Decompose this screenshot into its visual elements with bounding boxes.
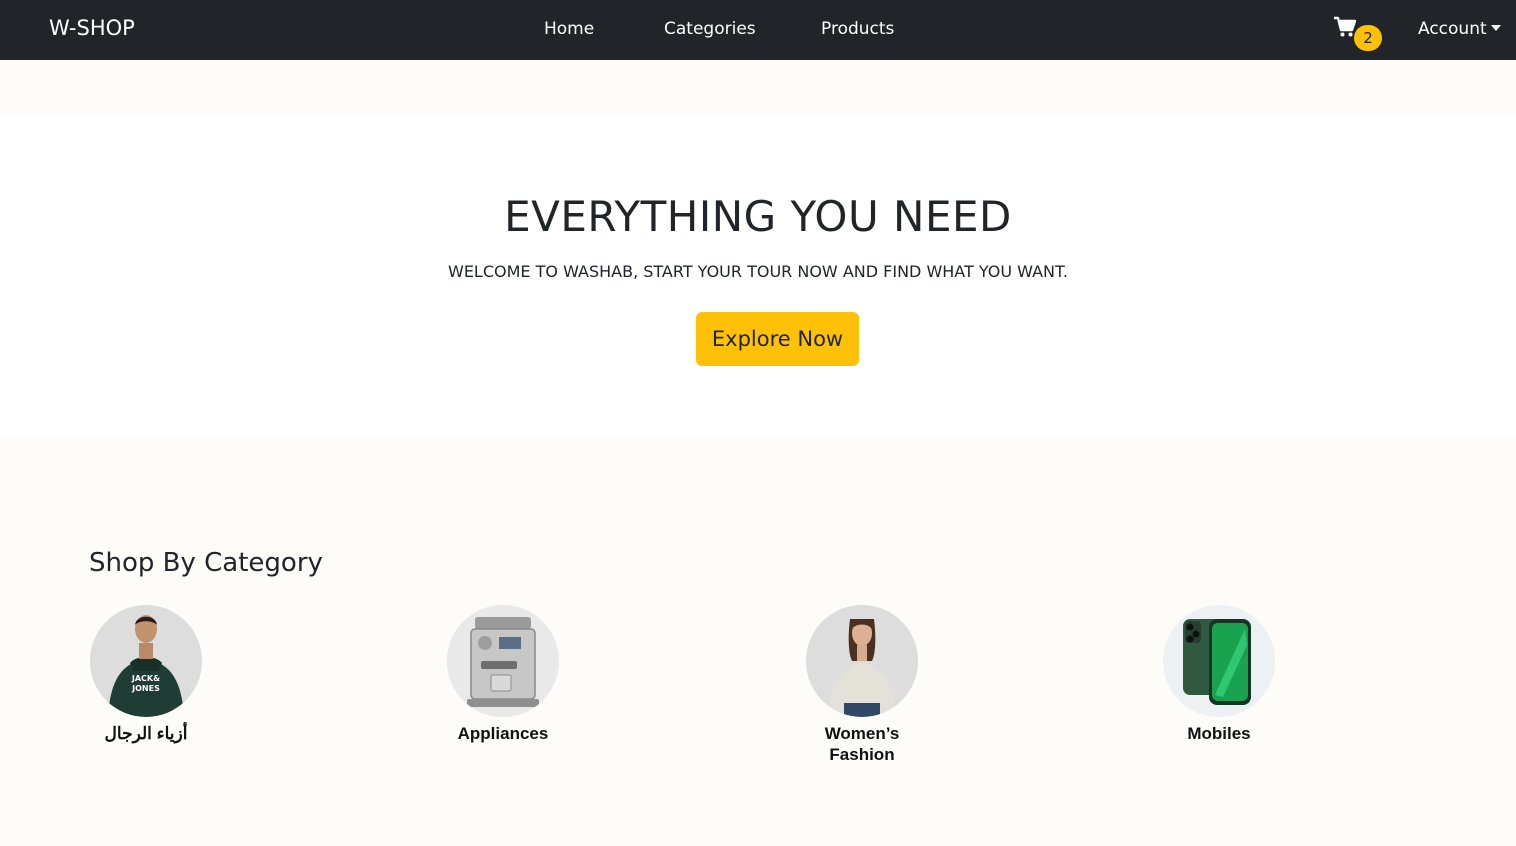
hero-subtitle: WELCOME TO WASHAB, START YOUR TOUR NOW A… — [448, 262, 1068, 281]
cart-button[interactable]: 2 — [1333, 16, 1385, 52]
category-card-mobiles[interactable]: Mobiles — [1119, 605, 1319, 744]
shop-by-category-title: Shop By Category — [89, 548, 323, 578]
category-image-womens-fashion — [806, 605, 918, 717]
hero-section: EVERYTHING YOU NEED WELCOME TO WASHAB, S… — [0, 114, 1516, 436]
nav-link-home[interactable]: Home — [544, 19, 594, 39]
svg-text:JONES: JONES — [131, 684, 160, 693]
account-label: Account — [1418, 19, 1487, 39]
category-image-appliances — [447, 605, 559, 717]
cart-count-badge: 2 — [1354, 25, 1382, 51]
category-label-mobiles: Mobiles — [1187, 724, 1251, 743]
hero-title: EVERYTHING YOU NEED — [504, 192, 1012, 241]
account-dropdown[interactable]: Account — [1418, 19, 1501, 39]
category-label-womens-fashion: Women’s Fashion — [824, 724, 900, 764]
category-card-womens-fashion[interactable]: Women’s Fashion — [762, 605, 962, 765]
explore-now-button[interactable]: Explore Now — [696, 312, 859, 366]
category-card-appliances[interactable]: Appliances — [403, 605, 603, 744]
nav-link-products[interactable]: Products — [821, 19, 894, 39]
nav-link-categories[interactable]: Categories — [664, 19, 756, 39]
category-label-mens-fashion: أزياء الرجال — [104, 724, 188, 743]
category-card-mens-fashion[interactable]: JACK& JONES أزياء الرجال — [46, 605, 246, 744]
caret-down-icon — [1490, 25, 1501, 31]
category-image-mobiles — [1163, 605, 1275, 717]
svg-text:JACK&: JACK& — [131, 674, 160, 683]
top-navbar: W-SHOP Home Categories Products 2 Accoun… — [0, 0, 1516, 60]
category-label-appliances: Appliances — [457, 724, 549, 743]
category-image-mens-fashion: JACK& JONES — [90, 605, 202, 717]
brand-logo[interactable]: W-SHOP — [49, 16, 135, 40]
